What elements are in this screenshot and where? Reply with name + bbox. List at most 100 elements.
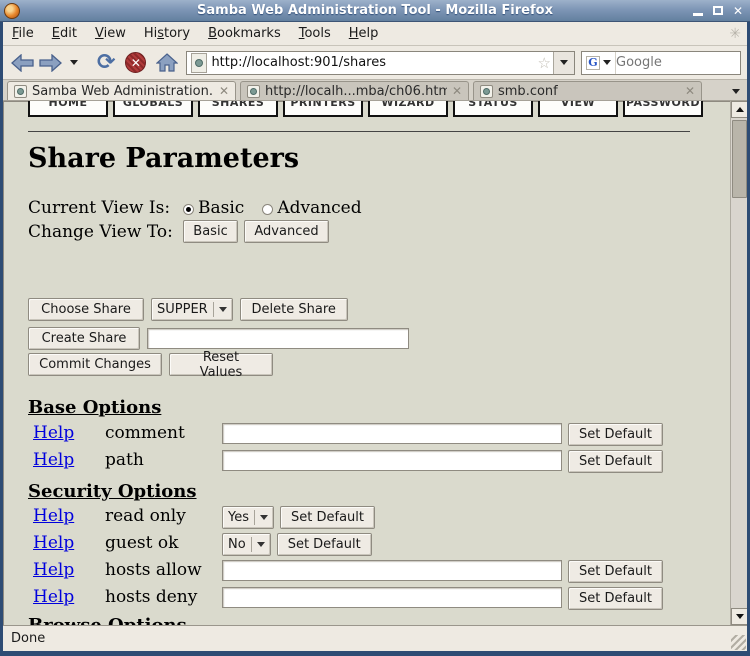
swat-password-button[interactable]: PASSWORD <box>623 101 703 117</box>
search-input[interactable] <box>616 55 750 70</box>
help-link[interactable]: Help <box>33 533 74 553</box>
option-row-path: Help path Set Default <box>28 450 725 474</box>
view-advanced-button[interactable]: Advanced <box>244 220 329 243</box>
resize-grip[interactable] <box>731 635 746 650</box>
chevron-down-icon <box>560 60 568 65</box>
help-link[interactable]: Help <box>33 560 74 580</box>
path-input[interactable] <box>222 450 562 471</box>
menu-history[interactable]: History <box>135 23 199 44</box>
set-default-button[interactable]: Set Default <box>568 450 663 473</box>
tab-title: http://localh...mba/ch06.html <box>265 84 447 99</box>
swat-printers-button[interactable]: PRINTERS <box>283 101 363 117</box>
option-label: comment <box>105 423 185 443</box>
option-label: guest ok <box>105 533 178 553</box>
change-view-label: Change View To: <box>28 222 183 242</box>
share-select[interactable]: SUPPER <box>151 298 233 321</box>
forward-icon <box>39 54 62 72</box>
delete-share-button[interactable]: Delete Share <box>240 298 348 321</box>
status-bar: Done <box>3 625 747 651</box>
reset-values-button[interactable]: Reset Values <box>169 353 273 376</box>
swat-home-button[interactable]: HOME <box>28 101 108 117</box>
create-share-input[interactable] <box>147 328 409 349</box>
read-only-value: Yes <box>228 510 249 525</box>
chevron-down-icon <box>732 89 740 94</box>
set-default-button[interactable]: Set Default <box>568 423 663 446</box>
menu-tools[interactable]: Tools <box>290 23 340 44</box>
minimize-icon <box>693 13 703 16</box>
guest-ok-select[interactable]: No <box>222 533 271 556</box>
swat-wizard-button[interactable]: WIZARD <box>368 101 448 117</box>
tab-swat[interactable]: Samba Web Administration... ✕ <box>7 81 236 100</box>
read-only-select[interactable]: Yes <box>222 506 274 529</box>
page-favicon <box>191 53 207 73</box>
swat-shares-button[interactable]: SHARES <box>198 101 278 117</box>
menu-file[interactable]: File <box>3 23 43 44</box>
tab-favicon <box>480 85 493 98</box>
url-input[interactable] <box>211 55 537 70</box>
list-all-tabs-button[interactable] <box>728 84 744 98</box>
section-security-options: Security Options <box>28 481 197 502</box>
scroll-down-button[interactable] <box>731 608 747 625</box>
home-button[interactable] <box>156 53 178 72</box>
url-bar[interactable]: ☆ <box>186 51 575 75</box>
forward-button[interactable] <box>39 54 62 72</box>
tab-smbconf[interactable]: smb.conf ✕ <box>473 81 702 100</box>
vertical-scrollbar[interactable] <box>730 101 747 625</box>
help-link[interactable]: Help <box>33 506 74 526</box>
menu-bookmarks[interactable]: Bookmarks <box>199 23 290 44</box>
url-dropdown-button[interactable] <box>553 52 574 74</box>
create-share-button[interactable]: Create Share <box>28 327 140 350</box>
bookmark-star-icon[interactable]: ☆ <box>538 54 551 72</box>
tab-bar: Samba Web Administration... ✕ http://loc… <box>3 80 747 101</box>
radio-advanced[interactable] <box>262 204 273 215</box>
search-box[interactable]: G <box>581 51 741 75</box>
tab-close-icon[interactable]: ✕ <box>685 84 695 98</box>
tab-close-icon[interactable]: ✕ <box>452 84 462 98</box>
search-engine-button[interactable]: G <box>582 52 616 74</box>
tab-ch06[interactable]: http://localh...mba/ch06.html ✕ <box>240 81 469 100</box>
swat-view-button[interactable]: VIEW <box>538 101 618 117</box>
tab-title: Samba Web Administration... <box>32 84 214 99</box>
help-link[interactable]: Help <box>33 450 74 470</box>
google-logo-icon: G <box>586 56 600 70</box>
tab-close-icon[interactable]: ✕ <box>219 84 229 98</box>
change-view-row: Change View To: Basic Advanced <box>28 220 329 243</box>
set-default-button[interactable]: Set Default <box>568 560 663 583</box>
option-label: read only <box>105 506 186 526</box>
menu-view[interactable]: View <box>86 23 135 44</box>
reload-button[interactable]: ⟳ <box>97 53 115 73</box>
back-icon <box>11 54 34 72</box>
hosts-allow-input[interactable] <box>222 560 562 581</box>
close-button[interactable]: ✕ <box>729 2 747 19</box>
section-base-options: Base Options <box>28 397 161 418</box>
hosts-deny-input[interactable] <box>222 587 562 608</box>
option-row-hosts-allow: Help hosts allow Set Default <box>28 560 725 584</box>
radio-basic[interactable] <box>183 204 194 215</box>
firefox-window: Samba Web Administration Tool - Mozilla … <box>0 0 750 656</box>
commit-changes-button[interactable]: Commit Changes <box>28 353 162 376</box>
help-link[interactable]: Help <box>33 423 74 443</box>
swat-globals-button[interactable]: GLOBALS <box>113 101 193 117</box>
scrollbar-thumb[interactable] <box>732 120 747 198</box>
window-title: Samba Web Administration Tool - Mozilla … <box>0 3 750 18</box>
title-bar: Samba Web Administration Tool - Mozilla … <box>0 0 750 22</box>
menu-bar: File Edit View History Bookmarks Tools H… <box>3 22 747 46</box>
reload-icon: ⟳ <box>97 53 115 73</box>
view-basic-button[interactable]: Basic <box>183 220 238 243</box>
comment-input[interactable] <box>222 423 562 444</box>
swat-status-button[interactable]: STATUS <box>453 101 533 117</box>
maximize-button[interactable] <box>709 2 727 19</box>
tab-title: smb.conf <box>498 84 680 99</box>
scroll-up-button[interactable] <box>731 101 747 118</box>
history-dropdown-button[interactable] <box>67 60 81 65</box>
set-default-button[interactable]: Set Default <box>280 506 375 529</box>
back-button[interactable] <box>11 54 34 72</box>
choose-share-button[interactable]: Choose Share <box>28 298 144 321</box>
minimize-button[interactable] <box>689 2 707 19</box>
help-link[interactable]: Help <box>33 587 74 607</box>
menu-help[interactable]: Help <box>340 23 388 44</box>
stop-button[interactable]: ✕ <box>125 52 146 73</box>
set-default-button[interactable]: Set Default <box>277 533 372 556</box>
menu-edit[interactable]: Edit <box>43 23 86 44</box>
set-default-button[interactable]: Set Default <box>568 587 663 610</box>
